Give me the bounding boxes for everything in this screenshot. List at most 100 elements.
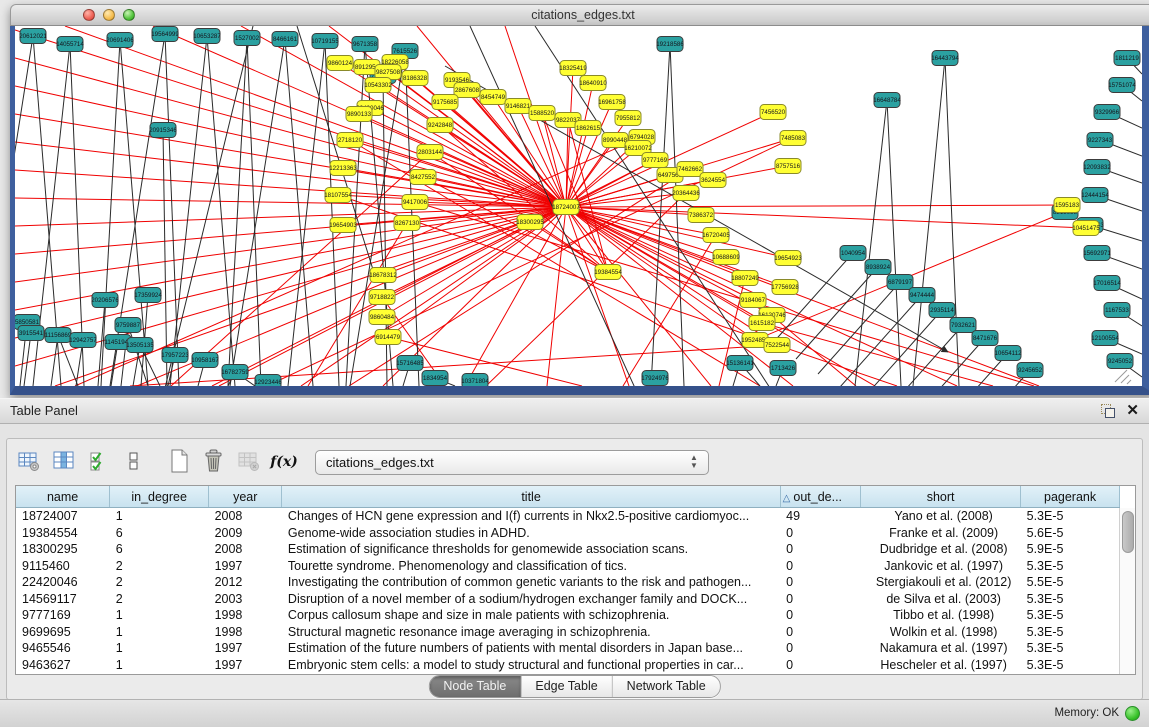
table-row[interactable]: 1456911722003Disruption of a novel membe…: [16, 591, 1120, 608]
graph-node[interactable]: 3915541: [18, 326, 44, 341]
select-column-button[interactable]: [48, 447, 80, 477]
graph-node[interactable]: 12100554: [1091, 331, 1119, 346]
table-row[interactable]: 1938455462009Genome-wide association stu…: [16, 525, 1120, 542]
graph-node[interactable]: 15751074: [1108, 78, 1136, 93]
black-edge[interactable]: [855, 100, 887, 386]
delete-table-button[interactable]: [198, 447, 230, 477]
red-edge[interactable]: [15, 207, 566, 338]
graph-node[interactable]: 18300295: [516, 215, 544, 230]
black-edge[interactable]: [247, 38, 261, 386]
tab-network-table[interactable]: Network Table: [613, 676, 720, 697]
graph-node[interactable]: 18678312: [369, 268, 397, 283]
black-edge[interactable]: [325, 41, 339, 386]
graph-node[interactable]: 8454749: [480, 90, 506, 105]
graph-node[interactable]: 14055714: [56, 37, 84, 52]
graph-node[interactable]: 7462662: [677, 162, 703, 177]
graph-node[interactable]: 9860484: [369, 310, 395, 325]
graph-node[interactable]: 6914479: [375, 330, 401, 345]
graph-node[interactable]: 11156869: [45, 328, 72, 343]
graph-node[interactable]: 8466161: [272, 32, 298, 47]
graph-node[interactable]: 7456520: [760, 105, 786, 120]
graph-node[interactable]: 9890133: [346, 107, 372, 122]
select-all-button[interactable]: [83, 447, 115, 477]
graph-node[interactable]: 18807249: [731, 271, 759, 286]
graph-node[interactable]: 1595183: [1054, 198, 1080, 213]
graph-node[interactable]: 10371804: [461, 374, 489, 387]
red-edge[interactable]: [15, 30, 566, 207]
graph-node[interactable]: 10451475: [1072, 221, 1100, 236]
graph-node[interactable]: 10958167: [191, 353, 219, 368]
table-row[interactable]: 946362711997Embryonic stem cells: a mode…: [16, 657, 1120, 674]
graph-node[interactable]: 9242848: [427, 118, 453, 133]
graph-node[interactable]: 8427552: [410, 170, 436, 185]
graph-node[interactable]: 17957223: [161, 348, 189, 363]
table-row[interactable]: 1872400712008Changes of HCN gene express…: [16, 508, 1120, 525]
graph-node[interactable]: 9245652: [1017, 363, 1043, 378]
graph-node[interactable]: 9777169: [642, 153, 668, 168]
graph-hub-node[interactable]: 18724007: [552, 200, 580, 215]
column-header-title[interactable]: title: [282, 486, 780, 508]
table-scrollbar[interactable]: [1119, 508, 1135, 674]
graph-node[interactable]: 9671358: [352, 37, 378, 52]
graph-node[interactable]: 2803144: [417, 145, 443, 160]
graph-node[interactable]: 18107554: [324, 188, 352, 203]
close-panel-icon[interactable]: ✕: [1126, 401, 1139, 419]
table-row[interactable]: 911546021997Tourette syndrome. Phenomeno…: [16, 558, 1120, 575]
graph-node[interactable]: 1588520: [529, 106, 555, 121]
graph-node[interactable]: 7522544: [764, 338, 790, 353]
column-header-name[interactable]: name: [16, 486, 110, 508]
red-edge[interactable]: [65, 26, 566, 207]
red-edge[interactable]: [566, 205, 1067, 207]
graph-node[interactable]: 20915346: [149, 123, 177, 138]
tab-node-table[interactable]: Node Table: [429, 676, 521, 697]
table-row[interactable]: 946554611997Estimation of the future num…: [16, 640, 1120, 657]
column-header-out_degree[interactable]: △out_de...: [780, 486, 860, 508]
graph-node[interactable]: 9245052: [1107, 354, 1133, 369]
graph-node[interactable]: 2867608: [454, 83, 480, 98]
graph-node[interactable]: 1862615: [575, 121, 601, 136]
graph-node[interactable]: 12923446: [254, 375, 282, 387]
graph-node[interactable]: 8471676: [972, 331, 998, 346]
graph-node[interactable]: 16720405: [702, 228, 730, 243]
graph-node[interactable]: 7932621: [950, 318, 976, 333]
black-edge[interactable]: [230, 39, 285, 386]
graph-node[interactable]: 12444154: [1081, 188, 1109, 203]
graph-node[interactable]: 1167533: [1104, 303, 1130, 318]
graph-node[interactable]: 10719155: [311, 34, 339, 49]
column-header-pagerank[interactable]: pagerank: [1021, 486, 1120, 508]
graph-node[interactable]: 8757516: [775, 159, 801, 174]
graph-node[interactable]: 10543302: [364, 78, 392, 93]
graph-node[interactable]: 9184067: [740, 293, 766, 308]
graph-node[interactable]: 1834954: [422, 371, 448, 386]
red-edge[interactable]: [75, 137, 642, 386]
graph-node[interactable]: 1040954: [840, 246, 866, 261]
graph-node[interactable]: 16648784: [873, 93, 901, 108]
red-edge[interactable]: [15, 207, 566, 226]
table-row[interactable]: 1830029562008Estimation of significance …: [16, 541, 1120, 558]
column-header-year[interactable]: year: [209, 486, 282, 508]
new-table-button[interactable]: [163, 447, 195, 477]
network-graph[interactable]: 2061202114055714206914061956499910653287…: [15, 26, 1142, 386]
graph-node[interactable]: 1811219: [1114, 51, 1140, 66]
table-row[interactable]: 977716911998Corpus callosum shape and si…: [16, 607, 1120, 624]
graph-node[interactable]: 10688609: [712, 250, 740, 265]
graph-node[interactable]: 17756928: [771, 280, 799, 295]
black-edge[interactable]: [170, 36, 207, 386]
network-canvas[interactable]: 2061202114055714206914061956499910653287…: [10, 26, 1149, 395]
graph-node[interactable]: 20206576: [91, 293, 119, 308]
column-header-in_degree[interactable]: in_degree: [110, 486, 209, 508]
graph-node[interactable]: 19654903: [329, 218, 357, 233]
black-edge[interactable]: [771, 253, 853, 345]
graph-node[interactable]: 15692971: [1083, 246, 1111, 261]
graph-node[interactable]: 7955812: [615, 111, 641, 126]
graph-node[interactable]: 12093832: [1083, 160, 1111, 175]
graph-node[interactable]: 7386372: [688, 208, 714, 223]
graph-node[interactable]: 20612021: [19, 29, 47, 44]
red-edge[interactable]: [15, 142, 566, 207]
delete-column-button[interactable]: [233, 447, 265, 477]
canvas-resize-grip[interactable]: [1115, 370, 1131, 384]
red-edge[interactable]: [212, 160, 655, 386]
function-builder-button[interactable]: f(x): [268, 447, 300, 477]
graph-node[interactable]: 9175685: [432, 95, 458, 110]
graph-node[interactable]: 18325419: [559, 61, 587, 76]
